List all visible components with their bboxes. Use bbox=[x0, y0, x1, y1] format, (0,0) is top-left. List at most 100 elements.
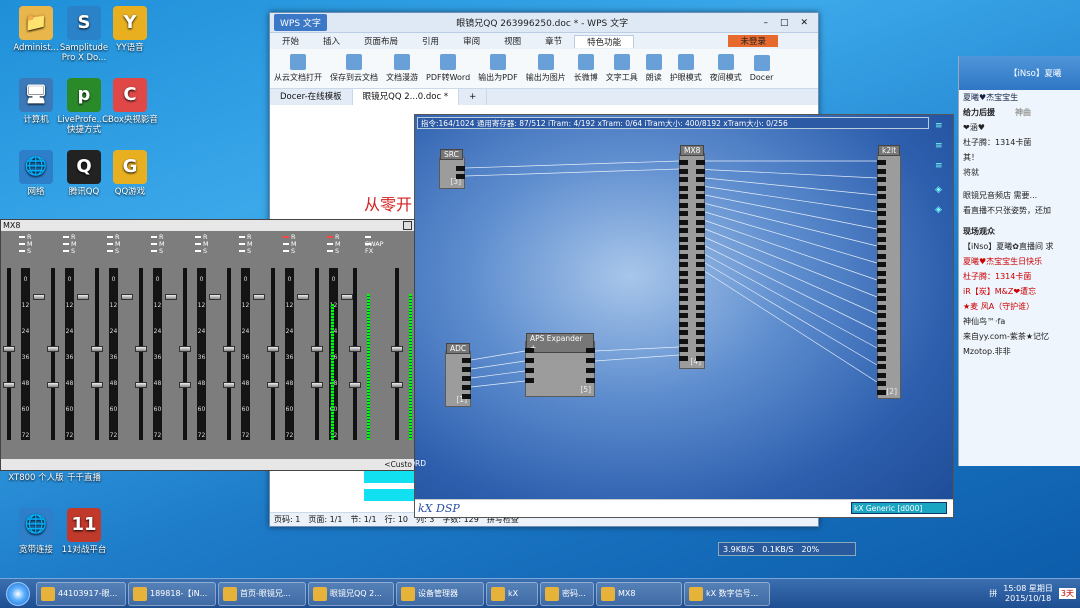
fader-knob[interactable] bbox=[311, 382, 323, 388]
fader-knob[interactable] bbox=[77, 294, 89, 300]
dsp-port[interactable] bbox=[696, 228, 705, 233]
fader-knob[interactable] bbox=[349, 382, 361, 388]
dsp-port[interactable] bbox=[877, 194, 886, 199]
dsp-port[interactable] bbox=[679, 313, 688, 318]
menu-item-active[interactable]: 特色功能 bbox=[574, 34, 635, 48]
dsp-port[interactable] bbox=[679, 219, 688, 225]
dsp-port[interactable] bbox=[456, 174, 465, 179]
fader-knob[interactable] bbox=[3, 346, 15, 352]
qq-list-item[interactable]: 杜子腾：1314卡菌 bbox=[959, 135, 1080, 150]
desktop-icon[interactable]: Y YY语音 bbox=[98, 6, 162, 53]
dsp-port[interactable] bbox=[877, 236, 886, 242]
fader-track[interactable] bbox=[395, 268, 399, 440]
dsp-block-mx8[interactable]: MX8 [4] bbox=[679, 145, 705, 369]
qq-list-item[interactable]: 将就 bbox=[959, 165, 1080, 180]
tab-left[interactable]: 给力后援 bbox=[963, 107, 995, 118]
dsp-port[interactable] bbox=[679, 287, 688, 293]
tab-docer[interactable]: Docer-在线模板 bbox=[270, 89, 353, 105]
clock[interactable]: 15:08 星期日 2015/10/18 bbox=[1003, 584, 1053, 604]
wps-titlebar[interactable]: WPS 文字 眼镜兄QQ 263996250.doc * - WPS 文字 – … bbox=[270, 13, 818, 33]
fader-knob[interactable] bbox=[91, 382, 103, 388]
dsp-port[interactable] bbox=[696, 194, 705, 199]
dsp-port[interactable] bbox=[696, 202, 705, 208]
dsp-port[interactable] bbox=[877, 219, 886, 225]
dsp-port[interactable] bbox=[679, 168, 688, 174]
dsp-port[interactable] bbox=[696, 338, 705, 344]
qq-list-item[interactable]: ❤涵♥ bbox=[959, 120, 1080, 135]
channel-flag[interactable]: S bbox=[239, 248, 255, 255]
dsp-port[interactable] bbox=[462, 358, 471, 363]
ribbon-button[interactable]: PDF转Word bbox=[426, 54, 470, 83]
dsp-port[interactable] bbox=[679, 321, 688, 327]
desktop-icon[interactable]: 11 11对战平台 bbox=[52, 508, 116, 555]
ribbon-button[interactable]: 护眼模式 bbox=[670, 54, 702, 83]
ribbon-button[interactable]: 文档漫游 bbox=[386, 54, 418, 83]
desktop-icon[interactable]: G QQ游戏 bbox=[98, 150, 162, 197]
dsp-port[interactable] bbox=[877, 270, 886, 276]
dsp-port[interactable] bbox=[679, 185, 688, 191]
dsp-port[interactable] bbox=[696, 313, 705, 318]
fader-knob[interactable] bbox=[209, 294, 221, 300]
dsp-port[interactable] bbox=[679, 160, 688, 165]
fader-knob[interactable] bbox=[3, 382, 15, 388]
dsp-port[interactable] bbox=[696, 321, 705, 327]
dsp-port[interactable] bbox=[696, 168, 705, 174]
taskbar-item[interactable]: 44103917-眼... bbox=[36, 581, 126, 606]
fader-knob[interactable] bbox=[349, 346, 361, 352]
dsp-port[interactable] bbox=[877, 211, 886, 216]
menu-item[interactable]: 引用 bbox=[410, 35, 451, 47]
fader-knob[interactable] bbox=[253, 294, 265, 300]
fader-track[interactable] bbox=[271, 268, 275, 440]
dsp-port[interactable] bbox=[679, 245, 688, 250]
dsp-port[interactable] bbox=[696, 296, 705, 301]
dsp-port[interactable] bbox=[679, 211, 688, 216]
dsp-port[interactable] bbox=[877, 228, 886, 233]
dsp-port[interactable] bbox=[877, 372, 886, 378]
fader-knob[interactable] bbox=[179, 382, 191, 388]
dsp-port[interactable] bbox=[456, 166, 465, 171]
dsp-port[interactable] bbox=[877, 202, 886, 208]
fader-knob[interactable] bbox=[135, 382, 147, 388]
login-button[interactable]: 未登录 bbox=[728, 35, 778, 47]
dsp-port[interactable] bbox=[679, 228, 688, 233]
dsp-port[interactable] bbox=[679, 236, 688, 242]
taskbar-item[interactable]: kX 数字信号... bbox=[684, 581, 770, 606]
dsp-port[interactable] bbox=[696, 185, 705, 191]
fader-knob[interactable] bbox=[311, 346, 323, 352]
dsp-block-k2lt[interactable]: k2lt [2] bbox=[877, 145, 901, 399]
fader-track[interactable] bbox=[183, 268, 187, 440]
dsp-port[interactable] bbox=[877, 330, 886, 335]
dsp-port[interactable] bbox=[679, 262, 688, 267]
ribbon-button[interactable]: 输出为图片 bbox=[526, 54, 566, 83]
audience-item[interactable]: ★麦 风A（守护谁） bbox=[959, 299, 1080, 314]
dsp-port[interactable] bbox=[679, 347, 688, 352]
new-tab-icon[interactable]: + bbox=[459, 89, 488, 105]
dsp-port[interactable] bbox=[877, 279, 886, 284]
channel-flag[interactable]: FX bbox=[365, 241, 381, 255]
dsp-block-aps-expander[interactable]: APS Expander + [5] bbox=[525, 333, 595, 397]
ribbon-button[interactable]: 输出为PDF bbox=[478, 54, 518, 83]
dsp-port[interactable] bbox=[679, 296, 688, 301]
fader-knob[interactable] bbox=[47, 382, 59, 388]
menu-item[interactable]: 视图 bbox=[492, 35, 533, 47]
dsp-port[interactable] bbox=[696, 270, 705, 276]
fader-knob[interactable] bbox=[391, 346, 403, 352]
dsp-port[interactable] bbox=[679, 177, 688, 182]
fader-knob[interactable] bbox=[135, 346, 147, 352]
ribbon-button[interactable]: 保存到云文档 bbox=[330, 54, 378, 83]
audience-item[interactable]: 杜子腾：1314卡菌 bbox=[959, 269, 1080, 284]
dsp-port[interactable] bbox=[679, 202, 688, 208]
dsp-port[interactable] bbox=[877, 347, 886, 352]
dsp-port[interactable] bbox=[877, 338, 886, 344]
fader-track[interactable] bbox=[353, 268, 357, 440]
wps-app-button[interactable]: WPS 文字 bbox=[274, 14, 327, 31]
channel-flag[interactable]: S bbox=[151, 248, 167, 255]
menu-icon[interactable]: ≡ bbox=[935, 121, 949, 131]
fader-knob[interactable] bbox=[267, 382, 279, 388]
maximize-icon[interactable]: □ bbox=[774, 18, 795, 28]
close-icon[interactable]: ✕ bbox=[794, 18, 814, 28]
dsp-port[interactable] bbox=[877, 304, 886, 310]
dsp-port[interactable] bbox=[877, 168, 886, 174]
close-icon[interactable] bbox=[403, 221, 412, 230]
dsp-port[interactable] bbox=[877, 287, 886, 293]
